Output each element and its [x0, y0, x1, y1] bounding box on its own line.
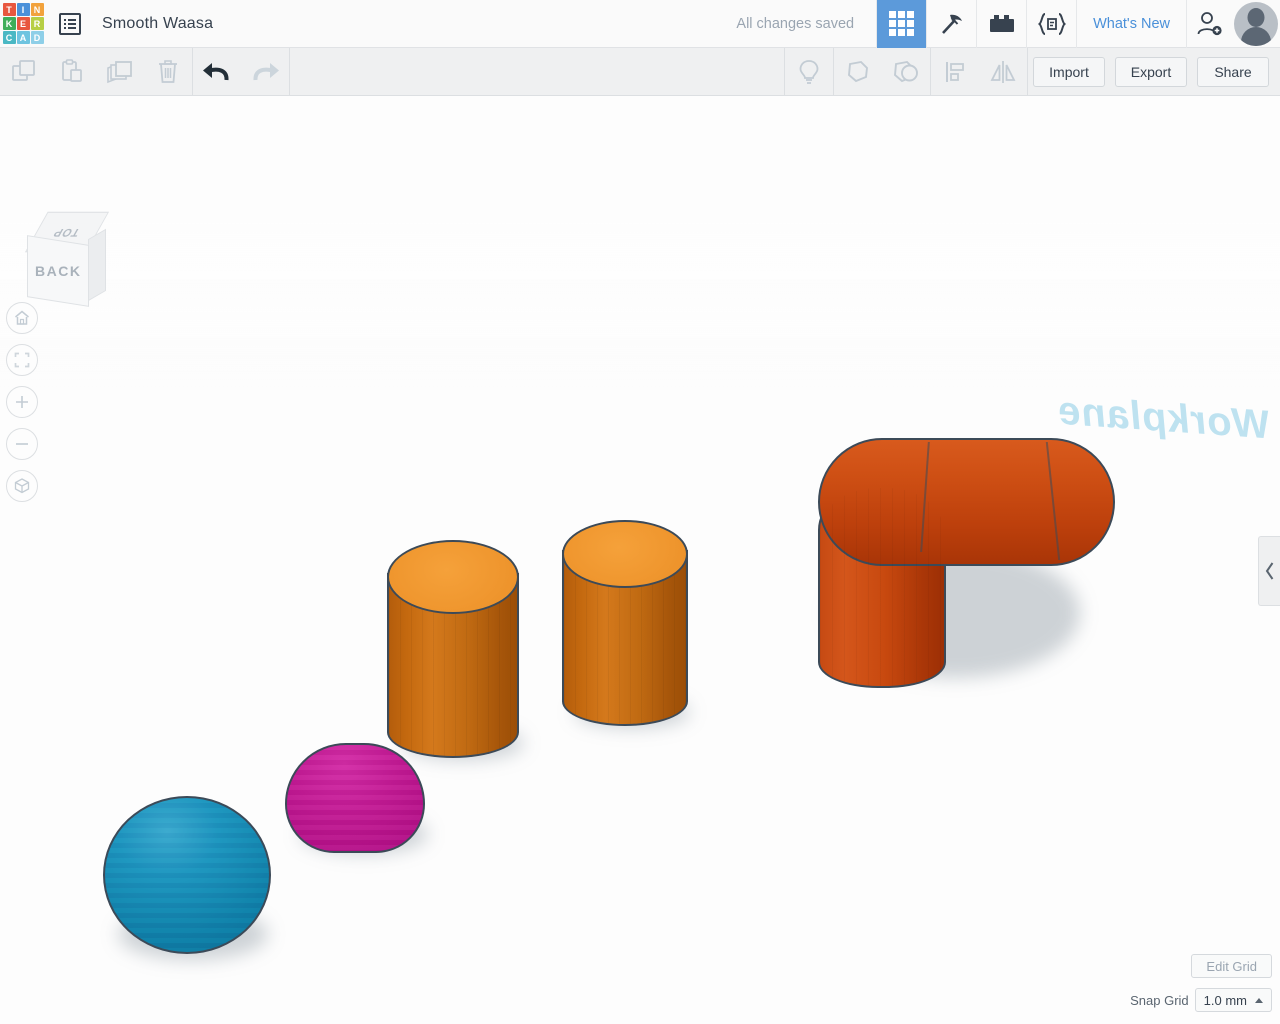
whats-new-link[interactable]: What's New — [1076, 0, 1186, 48]
duplicate-icon — [107, 60, 132, 83]
document-list-icon — [59, 12, 81, 35]
paste-button[interactable] — [48, 48, 96, 95]
home-icon — [15, 310, 29, 325]
fit-to-view-button[interactable] — [6, 344, 38, 376]
copy-icon — [12, 59, 35, 81]
undo-arrow-icon — [203, 62, 229, 80]
fit-frame-icon — [14, 352, 30, 368]
pipe-elbow-facets — [820, 488, 944, 686]
hint-button[interactable] — [785, 48, 833, 95]
copy-button[interactable] — [0, 48, 48, 95]
share-button[interactable]: Share — [1197, 56, 1269, 87]
sphere-blue[interactable] — [103, 796, 271, 954]
align-icon — [946, 61, 964, 82]
logo-cell-r: R — [30, 17, 44, 30]
logo-cell-d: D — [30, 31, 44, 44]
invite-button[interactable] — [1186, 0, 1232, 48]
tab-3d-design[interactable] — [876, 0, 927, 48]
toolbar-divider — [1027, 48, 1028, 95]
group-button[interactable] — [834, 48, 882, 95]
side-panel-toggle[interactable] — [1258, 536, 1280, 606]
view-navigation-buttons — [6, 302, 38, 512]
plus-icon — [16, 396, 28, 408]
import-button[interactable]: Import — [1033, 56, 1105, 87]
logo-cell-n: N — [30, 3, 44, 16]
redo-button[interactable] — [241, 48, 289, 95]
group-shapes-icon — [848, 60, 868, 82]
delete-button[interactable] — [144, 48, 192, 95]
view-cube-top-label: TOP — [50, 225, 83, 239]
shape-scene — [0, 96, 1280, 1024]
edit-grid-button[interactable]: Edit Grid — [1191, 954, 1272, 978]
project-list-button[interactable] — [46, 0, 94, 48]
mirror-icon — [990, 60, 1016, 83]
perspective-toggle-button[interactable] — [6, 470, 38, 502]
brick-icon — [989, 14, 1014, 32]
edit-toolbar: Import Export Share — [0, 48, 1280, 96]
logo-cell-e: E — [16, 17, 30, 30]
cube-perspective-icon — [14, 478, 30, 494]
pickaxe-icon — [941, 14, 962, 34]
tab-codeblocks[interactable] — [926, 0, 976, 48]
cylinder-left[interactable] — [387, 540, 519, 758]
cylinder-left-top-face — [387, 540, 519, 614]
home-view-button[interactable] — [6, 302, 38, 334]
dome-magenta-facets — [287, 745, 423, 851]
tab-bricks[interactable] — [976, 0, 1026, 48]
tab-codeblocks-braces[interactable] — [1026, 0, 1076, 48]
save-status: All changes saved — [736, 15, 855, 32]
avatar — [1234, 1, 1278, 46]
ungroup-shapes-icon — [894, 60, 918, 82]
dome-magenta[interactable] — [285, 743, 425, 853]
logo-letter-grid: TIN KER CAD — [2, 3, 44, 44]
logo-cell-i: I — [16, 3, 30, 16]
zoom-out-button[interactable] — [6, 428, 38, 460]
ungroup-button[interactable] — [882, 48, 930, 95]
pipe-elbow[interactable] — [800, 438, 1115, 688]
logo-cell-a: A — [16, 31, 30, 44]
snap-grid-select[interactable]: 1.0 mm — [1194, 988, 1272, 1012]
chevron-left-icon — [1265, 562, 1273, 580]
view-cube-front-face[interactable]: BACK — [27, 235, 89, 307]
mirror-button[interactable] — [979, 48, 1027, 95]
code-braces-icon — [1037, 12, 1066, 35]
logo-cell-k: K — [2, 17, 16, 30]
user-menu-button[interactable] — [1232, 0, 1280, 48]
app-header: TIN KER CAD Smooth Waasa All changes saved — [0, 0, 1280, 48]
align-button[interactable] — [931, 48, 979, 95]
paste-icon — [62, 58, 82, 82]
view-cube-front-label: BACK — [34, 262, 82, 279]
page-title[interactable]: Smooth Waasa — [94, 15, 213, 33]
logo-cell-t: T — [2, 3, 16, 16]
cylinder-right-top-face — [562, 520, 688, 588]
zoom-in-button[interactable] — [6, 386, 38, 418]
grid-3x3-icon — [889, 11, 915, 36]
logo-cell-c: C — [2, 31, 16, 44]
sphere-blue-facets — [105, 798, 269, 952]
snap-grid-value: 1.0 mm — [1203, 992, 1247, 1008]
snap-grid-label: Snap Grid — [1130, 992, 1189, 1008]
caret-up-icon — [1255, 997, 1263, 1003]
trash-icon — [159, 59, 177, 83]
lightbulb-icon — [799, 59, 819, 84]
redo-arrow-icon — [253, 62, 279, 80]
duplicate-button[interactable] — [96, 48, 144, 95]
minus-icon — [16, 443, 28, 445]
export-button[interactable]: Export — [1115, 56, 1187, 87]
person-add-icon — [1197, 11, 1222, 35]
tinkercad-logo[interactable]: TIN KER CAD — [0, 0, 46, 48]
view-cube-side-face[interactable] — [88, 228, 106, 302]
cylinder-right[interactable] — [562, 520, 688, 726]
undo-button[interactable] — [193, 48, 241, 95]
design-canvas[interactable]: Workplane TOP BACK Edit Grid Snap Grid 1… — [0, 96, 1280, 1024]
view-cube[interactable]: TOP BACK — [18, 211, 110, 307]
snap-grid-row: Snap Grid 1.0 mm — [1130, 988, 1272, 1012]
